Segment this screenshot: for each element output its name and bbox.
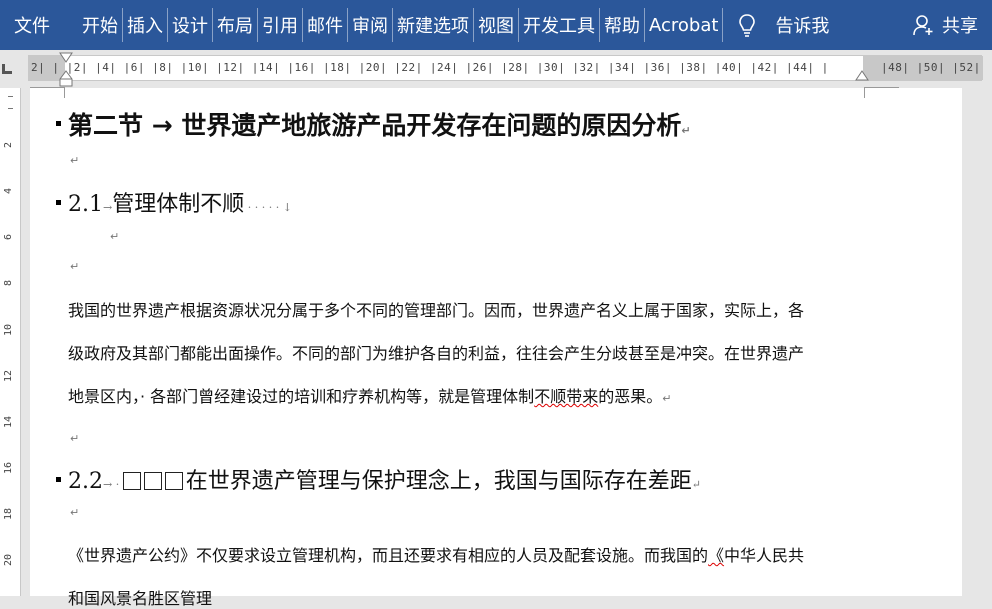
ribbon-tab-bar: 文件 开始 插入 设计 布局 引用 邮件 审阅 新建选项 视图 开发工具 帮助 … [0, 0, 992, 50]
v-number: 2 [3, 141, 14, 148]
paragraph-line[interactable]: 《世界遗产公约》不仅要求设立管理机构，而且还要求有相应的人员及配套设施。而我国的… [68, 542, 804, 566]
paragraph-mark: ↵ [681, 124, 691, 137]
tab-help[interactable]: 帮助 [600, 8, 645, 42]
subheading-text: 管理体制不顺 [112, 192, 245, 217]
tab-view[interactable]: 视图 [474, 8, 519, 42]
person-add-icon [913, 15, 933, 36]
spelling-error[interactable]: 《 [708, 546, 724, 565]
spelling-error[interactable]: 不顺带来 [534, 387, 598, 406]
v-tick [8, 108, 13, 109]
subheading-number: 2.2 [68, 469, 103, 494]
paragraph-mark: ↵ [70, 432, 80, 445]
v-number: 4 [3, 187, 14, 194]
paragraph-mark: ↵ [662, 392, 672, 405]
right-indent-marker[interactable] [855, 70, 869, 82]
tab-insert[interactable]: 插入 [123, 8, 168, 42]
margin-corner-left [30, 87, 65, 98]
ruler-ticks-left: 2| | |2| |4| |6| |8| |10| |12| |14| |16|… [31, 61, 829, 74]
paragraph-mark: ↵ [110, 230, 120, 243]
tab-developer[interactable]: 开发工具 [519, 8, 600, 42]
share-button[interactable]: 共享 [912, 12, 978, 38]
tab-review[interactable]: 审阅 [348, 8, 393, 42]
missing-glyph-box [143, 472, 162, 490]
paragraph-line[interactable]: 我国的世界遗产根据资源状况分属于多个不同的管理部门。因而，世界遗产名义上属于国家… [68, 297, 804, 321]
tab-mark: → [103, 478, 113, 491]
tab-new-options[interactable]: 新建选项 [393, 8, 474, 42]
paragraph-line[interactable]: 和国风景名胜区管理 [68, 585, 212, 609]
paragraph-mark: ↵ [70, 506, 80, 519]
tab-layout[interactable]: 布局 [213, 8, 258, 42]
v-number: 16 [3, 461, 14, 474]
subheading-2-2[interactable]: 2.2→ · 在世界遗产管理与保护理念上，我国与国际存在差距↵ [68, 463, 701, 495]
paragraph-mark: ↵ [70, 260, 80, 273]
subheading-2-1[interactable]: 2.1→管理体制不顺 · · · · · ↓ [68, 186, 292, 218]
vertical-ruler[interactable]: 2 4 6 8 10 12 14 16 18 20 [0, 88, 21, 596]
v-number: 20 [3, 553, 14, 566]
margin-corner-right [864, 87, 899, 98]
tab-references[interactable]: 引用 [258, 8, 303, 42]
paragraph-mark: ↵ [70, 154, 80, 167]
heading-bullet [56, 477, 61, 482]
v-number: 6 [3, 233, 14, 240]
paragraph-line[interactable]: 地景区内，· 各部门曾经建设过的培训和疗养机构等，就是管理体制不顺带来的恶果。↵ [68, 383, 671, 407]
section-heading[interactable]: 第二节 → 世界遗产地旅游产品开发存在问题的原因分析↵ [68, 106, 691, 142]
first-line-indent-marker[interactable] [59, 52, 73, 64]
paragraph-line[interactable]: 级政府及其部门都能出面操作。不同的部门为维护各自的利益，往往会产生分歧甚至是冲突… [68, 340, 804, 364]
missing-glyph-box [164, 472, 183, 490]
section-heading-text: 第二节 → 世界遗产地旅游产品开发存在问题的原因分析 [68, 111, 682, 140]
tab-mailings[interactable]: 邮件 [303, 8, 348, 42]
share-label: 共享 [942, 16, 978, 37]
ruler-strip[interactable]: 2| | |2| |4| |6| |8| |10| |12| |14| |16|… [28, 55, 983, 81]
tab-design[interactable]: 设计 [168, 8, 213, 42]
text-run: 地景区内，· 各部门曾经建设过的培训和疗养机构等，就是管理体制 [68, 387, 535, 406]
heading-bullet [56, 121, 61, 126]
text-run: 的恶果。 [598, 387, 663, 406]
document-page[interactable]: 第二节 → 世界遗产地旅游产品开发存在问题的原因分析↵ ↵ 2.1→管理体制不顺… [30, 87, 962, 608]
tab-file[interactable]: 文件 [0, 8, 78, 42]
paragraph-mark: ↵ [691, 478, 701, 491]
text-run: 《世界遗产公约》不仅要求设立管理机构，而且还要求有相应的人员及配套设施。而我国的 [68, 546, 709, 565]
heading-bullet [56, 200, 61, 205]
v-number: 18 [3, 507, 14, 520]
lightbulb-icon[interactable] [733, 13, 761, 37]
horizontal-ruler[interactable]: 2| | |2| |4| |6| |8| |10| |12| |14| |16|… [0, 50, 992, 88]
missing-glyph-box [122, 472, 141, 490]
subheading-number: 2.1 [68, 192, 103, 217]
tell-me-search[interactable]: 告诉我 [775, 12, 829, 38]
ruler-ticks-right: |48| |50| |52| [881, 61, 981, 74]
v-number: 12 [3, 369, 14, 382]
tab-home[interactable]: 开始 [78, 8, 123, 42]
v-tick [8, 96, 13, 97]
tab-mark: → [103, 201, 113, 214]
text-run: 中华人民共 [724, 546, 805, 565]
v-number: 14 [3, 415, 14, 428]
subheading-text: 在世界遗产管理与保护理念上，我国与国际存在差距 [185, 469, 692, 494]
hanging-indent-marker[interactable] [59, 70, 73, 88]
tab-selector-icon[interactable] [2, 64, 12, 74]
tab-acrobat[interactable]: Acrobat [645, 8, 724, 42]
v-number: 8 [3, 279, 14, 286]
v-number: 10 [3, 323, 14, 336]
